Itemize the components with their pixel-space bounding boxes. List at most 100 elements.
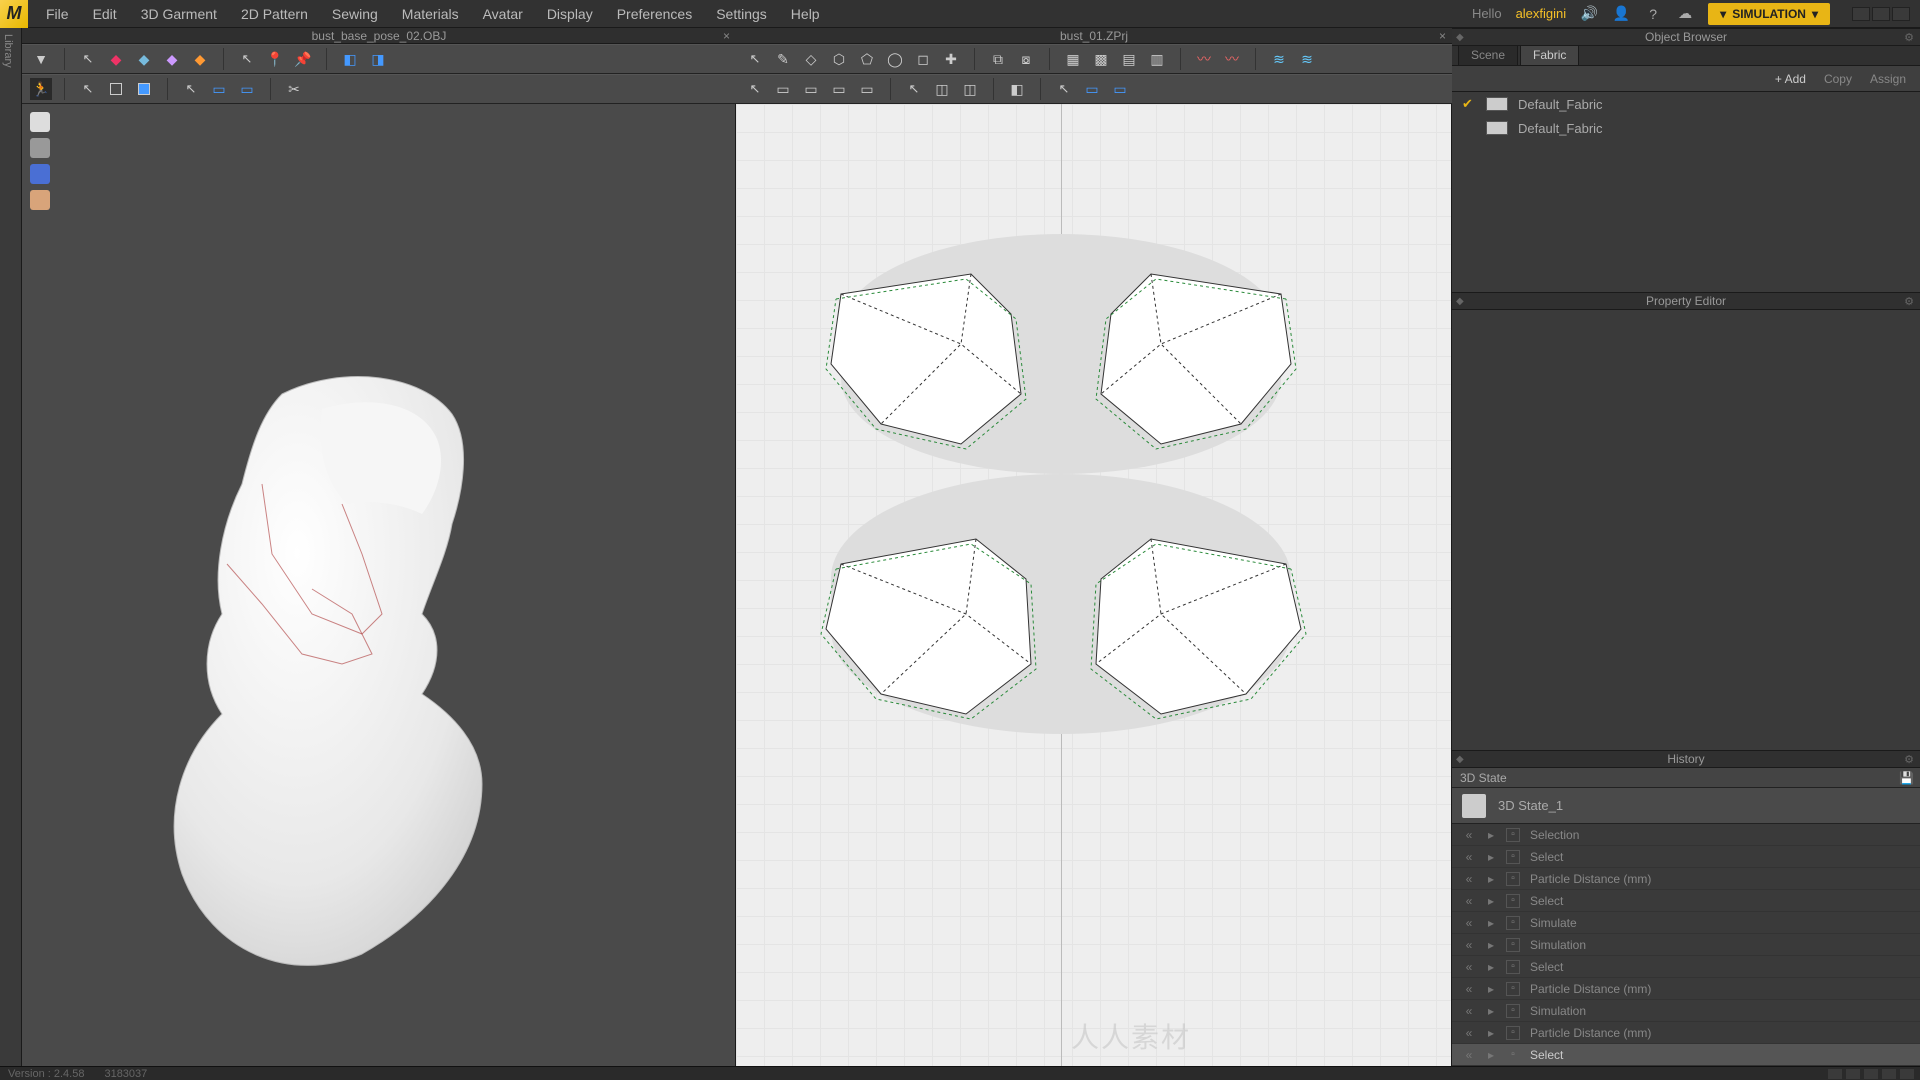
left-tab-close-icon[interactable]: × <box>723 29 730 43</box>
mtool-sel[interactable]: ↖ <box>744 48 766 70</box>
mtool-g[interactable]: ✚ <box>940 48 962 70</box>
mtool2-a[interactable]: ↖ <box>744 78 766 100</box>
mtool2-g[interactable]: ◫ <box>931 78 953 100</box>
tool-card-a[interactable]: ▭ <box>208 78 230 100</box>
mtool2-l[interactable]: ▭ <box>1109 78 1131 100</box>
user-icon[interactable]: 👤 <box>1612 5 1630 23</box>
mtool-p[interactable]: ≋ <box>1268 48 1290 70</box>
menu-sewing[interactable]: Sewing <box>322 2 388 26</box>
mtool-h[interactable]: ⧉ <box>987 48 1009 70</box>
menu-materials[interactable]: Materials <box>392 2 469 26</box>
history-save-icon[interactable]: 💾 <box>1899 771 1914 785</box>
history-item[interactable]: « ▸ ▫ Select <box>1452 1044 1920 1066</box>
tool-ptr-b[interactable]: ↖ <box>77 78 99 100</box>
mtool-m[interactable]: ▥ <box>1146 48 1168 70</box>
mtool2-d[interactable]: ▭ <box>828 78 850 100</box>
mtool-f[interactable]: ◻ <box>912 48 934 70</box>
history-item[interactable]: « ▸ ▫ Selection <box>1452 824 1920 846</box>
tool-run[interactable]: 🏃 <box>30 78 52 100</box>
tool-tack[interactable]: 📌 <box>292 48 314 70</box>
status-icon-5[interactable] <box>1900 1069 1914 1079</box>
tool-a1[interactable]: ▼ <box>30 48 52 70</box>
avatar-icon-2[interactable] <box>30 138 50 158</box>
sound-icon[interactable]: 🔊 <box>1580 5 1598 23</box>
mtool-d[interactable]: ⬠ <box>856 48 878 70</box>
history-item[interactable]: « ▸ ▫ Select <box>1452 956 1920 978</box>
mid-tab-close-icon[interactable]: × <box>1439 29 1446 43</box>
tool-ptr-c[interactable]: ↖ <box>180 78 202 100</box>
simulation-button[interactable]: ▾ SIMULATION ▾ <box>1708 3 1830 25</box>
property-editor-gear-icon[interactable]: ⚙ <box>1904 295 1914 308</box>
cloud-icon[interactable]: ☁ <box>1676 5 1694 23</box>
tool-pin[interactable]: 📍 <box>264 48 286 70</box>
status-icon-3[interactable] <box>1864 1069 1878 1079</box>
pattern-piece-1[interactable] <box>821 264 1051 454</box>
check-icon[interactable]: ✔ <box>1462 96 1476 112</box>
pattern-piece-3[interactable] <box>816 524 1056 724</box>
menu-avatar[interactable]: Avatar <box>473 2 533 26</box>
tool-garment-c[interactable]: ◆ <box>161 48 183 70</box>
mtool-n[interactable]: 〰 <box>1193 48 1215 70</box>
mtool2-c[interactable]: ▭ <box>800 78 822 100</box>
mtool-o[interactable]: 〰 <box>1221 48 1243 70</box>
mtool-c[interactable]: ⬡ <box>828 48 850 70</box>
avatar-icon-1[interactable] <box>30 112 50 132</box>
maximize-button[interactable] <box>1872 7 1890 21</box>
close-button[interactable] <box>1892 7 1910 21</box>
avatar-icon-3[interactable] <box>30 164 50 184</box>
tool-garment-a[interactable]: ◆ <box>105 48 127 70</box>
tool-select-arrow[interactable]: ↖ <box>77 48 99 70</box>
status-icon-1[interactable] <box>1828 1069 1842 1079</box>
menu-3d-garment[interactable]: 3D Garment <box>131 2 227 26</box>
menu-display[interactable]: Display <box>537 2 603 26</box>
tool-cube-b[interactable]: ◨ <box>367 48 389 70</box>
tool-view-a[interactable] <box>105 78 127 100</box>
tool-garment-d[interactable]: ◆ <box>189 48 211 70</box>
status-icon-4[interactable] <box>1882 1069 1896 1079</box>
tool-card-b[interactable]: ▭ <box>236 78 258 100</box>
fabric-row[interactable]: Default_Fabric <box>1452 116 1920 140</box>
history-item[interactable]: « ▸ ▫ Simulate <box>1452 912 1920 934</box>
mtool2-b[interactable]: ▭ <box>772 78 794 100</box>
menu-help[interactable]: Help <box>781 2 830 26</box>
menu-settings[interactable]: Settings <box>706 2 777 26</box>
object-browser-gear-icon[interactable]: ⚙ <box>1904 31 1914 44</box>
mtool2-h[interactable]: ◫ <box>959 78 981 100</box>
minimize-button[interactable] <box>1852 7 1870 21</box>
mtool2-j[interactable]: ↖ <box>1053 78 1075 100</box>
tool-cube-a[interactable]: ◧ <box>339 48 361 70</box>
history-item[interactable]: « ▸ ▫ Simulation <box>1452 1000 1920 1022</box>
history-item[interactable]: « ▸ ▫ Particle Distance (mm) <box>1452 868 1920 890</box>
tool-view-b[interactable] <box>133 78 155 100</box>
history-item[interactable]: « ▸ ▫ Select <box>1452 846 1920 868</box>
add-fabric-button[interactable]: + Add <box>1769 70 1812 88</box>
menu-preferences[interactable]: Preferences <box>607 2 702 26</box>
mtool2-e[interactable]: ▭ <box>856 78 878 100</box>
history-item[interactable]: « ▸ ▫ Particle Distance (mm) <box>1452 1022 1920 1044</box>
mtool-j[interactable]: ▦ <box>1062 48 1084 70</box>
3d-viewport[interactable] <box>22 104 736 1066</box>
tab-scene[interactable]: Scene <box>1458 44 1518 65</box>
tool-garment-b[interactable]: ◆ <box>133 48 155 70</box>
mtool-i[interactable]: ⧇ <box>1015 48 1037 70</box>
history-item[interactable]: « ▸ ▫ Select <box>1452 890 1920 912</box>
2d-viewport[interactable]: 人人素材 <box>736 104 1452 1066</box>
mtool2-i[interactable]: ◧ <box>1006 78 1028 100</box>
pattern-piece-4[interactable] <box>1071 524 1311 724</box>
help-icon[interactable]: ? <box>1644 5 1662 23</box>
pattern-piece-2[interactable] <box>1071 264 1301 454</box>
assign-fabric-button[interactable]: Assign <box>1864 70 1912 88</box>
mtool2-f[interactable]: ↖ <box>903 78 925 100</box>
mtool2-k[interactable]: ▭ <box>1081 78 1103 100</box>
mtool-b[interactable]: ◇ <box>800 48 822 70</box>
menu-file[interactable]: File <box>36 2 79 26</box>
tool-scissors[interactable]: ✂ <box>283 78 305 100</box>
history-3dstate-header[interactable]: 3D State 💾 <box>1452 768 1920 788</box>
mtool-q[interactable]: ≋ <box>1296 48 1318 70</box>
menu-edit[interactable]: Edit <box>83 2 127 26</box>
tool-ptr-a[interactable]: ↖ <box>236 48 258 70</box>
tab-fabric[interactable]: Fabric <box>1520 44 1579 65</box>
status-icon-2[interactable] <box>1846 1069 1860 1079</box>
avatar-icon-4[interactable] <box>30 190 50 210</box>
history-item[interactable]: « ▸ ▫ Simulation <box>1452 934 1920 956</box>
